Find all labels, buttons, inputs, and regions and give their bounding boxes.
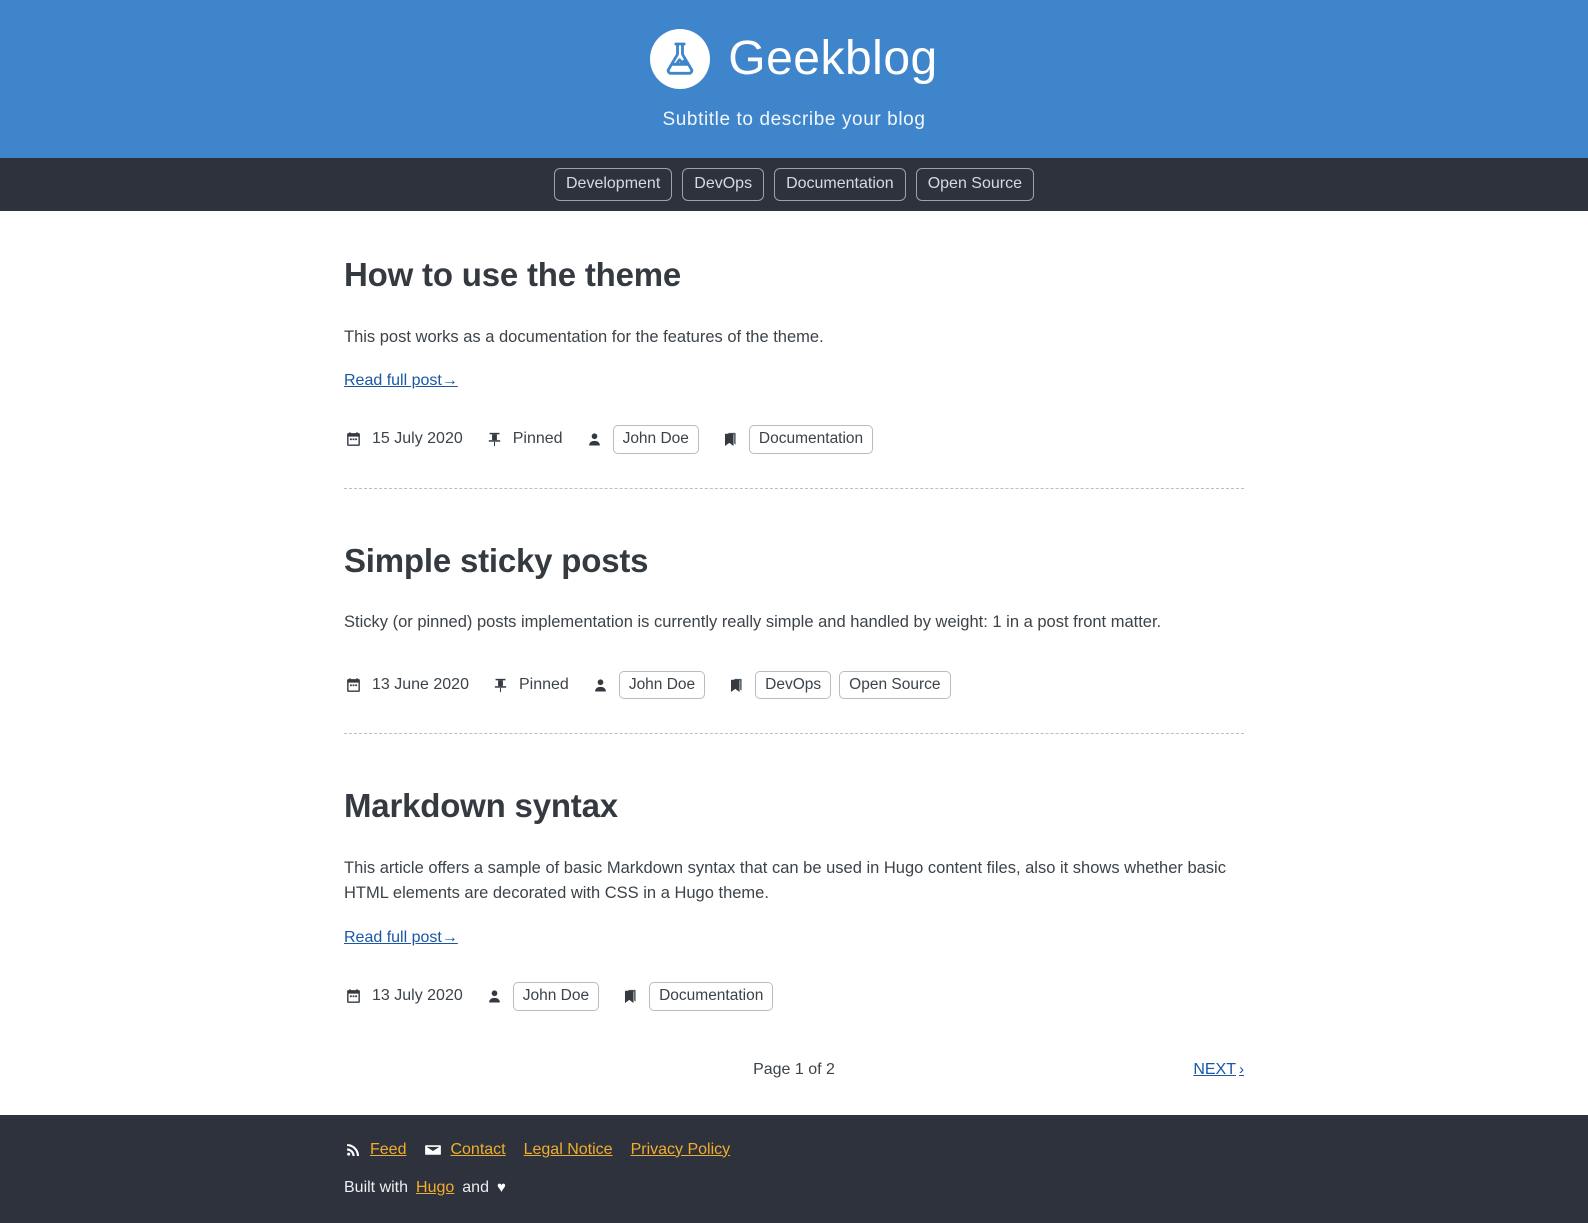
- post-tags: Documentation: [621, 982, 774, 1011]
- post-meta: 15 July 2020 Pinned John Doe Documentati…: [344, 425, 1244, 454]
- bookmark-icon: [621, 987, 640, 1006]
- footer-built-row: Built with Hugo and ♥: [344, 1179, 1244, 1197]
- post-date-text: 13 July 2020: [372, 987, 463, 1005]
- footer-link-hugo[interactable]: Hugo: [416, 1179, 454, 1197]
- heart-icon: ♥: [496, 1179, 506, 1197]
- footer-link-feed[interactable]: Feed: [370, 1141, 406, 1159]
- footer-link-privacy-policy[interactable]: Privacy Policy: [631, 1141, 731, 1159]
- flask-icon: [650, 29, 711, 89]
- post-date: 13 July 2020: [344, 987, 463, 1006]
- built-with-suffix: and: [462, 1178, 489, 1196]
- read-full-post-link[interactable]: Read full post→: [344, 372, 458, 390]
- post-author: John Doe: [485, 982, 600, 1011]
- post-summary: Sticky (or pinned) posts implementation …: [344, 613, 1162, 632]
- tag-badge[interactable]: Open Source: [839, 670, 951, 700]
- post-date: 13 June 2020: [344, 676, 469, 695]
- footer-link-contact[interactable]: Contact: [450, 1141, 505, 1159]
- built-with-prefix: Built with: [344, 1178, 409, 1196]
- main-content: How to use the theme This post works as …: [0, 211, 1588, 1085]
- person-icon: [485, 987, 504, 1006]
- site-subtitle: Subtitle to describe your blog: [662, 109, 926, 130]
- post-title[interactable]: Markdown syntax: [344, 786, 1244, 826]
- bookmark-icon: [727, 676, 746, 695]
- post-title[interactable]: Simple sticky posts: [344, 541, 1244, 581]
- author-badge[interactable]: John Doe: [612, 425, 699, 454]
- pagination-next-label: NEXT: [1193, 1060, 1236, 1078]
- bookmark-icon: [721, 430, 740, 449]
- author-badge[interactable]: John Doe: [512, 982, 600, 1011]
- read-full-post-link[interactable]: Read full post→: [344, 929, 458, 947]
- post-author: John Doe: [591, 670, 706, 700]
- site-title: Geekblog: [728, 32, 938, 85]
- post-date: 15 July 2020: [344, 430, 463, 449]
- nav-item-devops[interactable]: DevOps: [682, 168, 765, 201]
- post-date-text: 15 July 2020: [372, 430, 463, 448]
- nav-item-documentation[interactable]: Documentation: [774, 168, 906, 201]
- footer-container: Feed Contact Legal Notice Privacy Policy…: [344, 1141, 1244, 1197]
- tag-badge[interactable]: Documentation: [649, 982, 774, 1011]
- post-tags: Documentation: [721, 425, 874, 454]
- main-navigation: Development DevOps Documentation Open So…: [0, 158, 1588, 211]
- post-title[interactable]: How to use the theme: [344, 255, 1244, 295]
- footer-link-legal-notice[interactable]: Legal Notice: [524, 1141, 613, 1159]
- post-pinned: Pinned: [485, 430, 563, 449]
- person-icon: [591, 676, 610, 695]
- rss-icon: [344, 1141, 362, 1159]
- calendar-icon: [344, 430, 363, 449]
- author-badge[interactable]: John Doe: [618, 670, 706, 700]
- calendar-icon: [344, 987, 363, 1006]
- post-item: How to use the theme This post works as …: [344, 211, 1244, 489]
- post-pinned: Pinned: [491, 676, 569, 695]
- site-header: Geekblog Subtitle to describe your blog: [0, 0, 1588, 158]
- nav-item-development[interactable]: Development: [554, 168, 673, 201]
- post-summary: This post works as a documentation for t…: [344, 327, 824, 346]
- footer-links-row: Feed Contact Legal Notice Privacy Policy: [344, 1141, 1244, 1159]
- post-tags: DevOps Open Source: [727, 670, 951, 700]
- post-divider: [344, 487, 1244, 489]
- post-meta: 13 July 2020 John Doe Documentation: [344, 982, 1244, 1011]
- post-divider: [344, 733, 1244, 735]
- post-pinned-text: Pinned: [512, 430, 563, 448]
- envelope-icon: [424, 1141, 442, 1159]
- site-brand[interactable]: Geekblog: [650, 29, 937, 89]
- nav-item-open-source[interactable]: Open Source: [915, 168, 1034, 201]
- post-list: How to use the theme This post works as …: [344, 211, 1244, 1085]
- post-date-text: 13 June 2020: [372, 676, 469, 694]
- post-pinned-text: Pinned: [518, 676, 569, 694]
- post-summary: This article offers a sample of basic Ma…: [344, 858, 1226, 903]
- post-author: John Doe: [585, 425, 699, 454]
- post-meta: 13 June 2020 Pinned John Doe DevOps Open…: [344, 670, 1244, 700]
- tag-badge[interactable]: Documentation: [748, 425, 874, 454]
- person-icon: [585, 430, 604, 449]
- calendar-icon: [344, 676, 363, 695]
- post-item: Markdown syntax This article offers a sa…: [344, 742, 1244, 1011]
- tag-badge[interactable]: DevOps: [755, 670, 832, 700]
- site-footer: Feed Contact Legal Notice Privacy Policy…: [0, 1114, 1588, 1223]
- pin-icon: [491, 676, 510, 695]
- post-item: Simple sticky posts Sticky (or pinned) p…: [344, 497, 1244, 735]
- chevron-right-icon: ›: [1239, 1061, 1244, 1079]
- pagination-count: Page 1 of 2: [753, 1060, 835, 1078]
- pagination-next-link[interactable]: NEXT ›: [1193, 1061, 1244, 1079]
- pin-icon: [485, 430, 504, 449]
- pagination: Page 1 of 2 NEXT ›: [344, 1055, 1244, 1085]
